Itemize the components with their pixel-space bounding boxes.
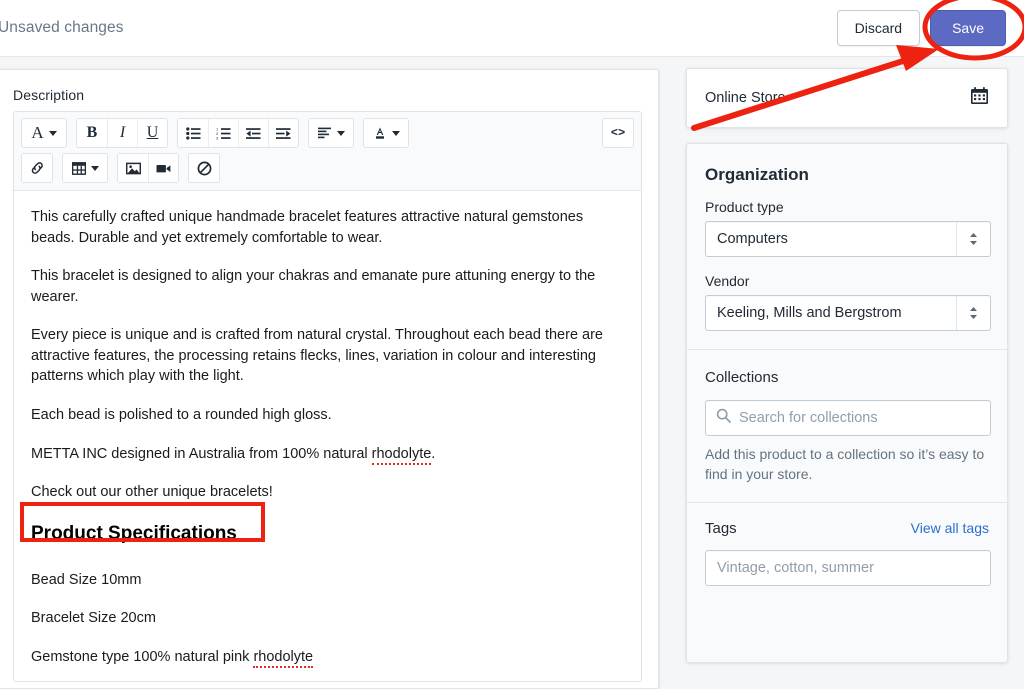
vendor-select[interactable]: Keeling, Mills and Bergstrom: [705, 295, 991, 331]
tags-placeholder: Vintage, cotton, summer: [717, 560, 874, 577]
underline-glyph: U: [146, 124, 159, 141]
video-icon[interactable]: [148, 154, 178, 182]
chevron-down-icon: [336, 130, 345, 136]
collections-title: Collections: [705, 369, 779, 386]
toolbar-group-code: <>: [602, 118, 634, 148]
indent-icon[interactable]: [268, 119, 298, 147]
product-type-select[interactable]: Computers: [705, 221, 991, 257]
product-specifications-heading-wrap: Product Specifications: [31, 521, 624, 570]
toolbar-group-link: [21, 153, 53, 183]
toolbar-group-font: A: [21, 118, 67, 148]
clear-formatting-icon[interactable]: [189, 154, 219, 182]
sidebar-column: Online Store Organization Product type C…: [686, 57, 1024, 663]
code-view-icon[interactable]: <>: [603, 119, 633, 147]
misspelled-word: rhodolyte: [371, 445, 432, 465]
toolbar-group-clear: [188, 153, 220, 183]
italic-glyph: I: [119, 124, 126, 141]
description-paragraph: Every piece is unique and is crafted fro…: [31, 327, 603, 385]
online-store-card[interactable]: Online Store: [686, 68, 1008, 128]
toolbar-group-color: [363, 118, 409, 148]
italic-icon[interactable]: I: [107, 119, 137, 147]
main-column: Description A B I U 1 2 3 <> This carefu…: [0, 57, 659, 689]
organization-section: Organization Product type Computers Vend…: [687, 144, 1007, 349]
misspelled-word: rhodolyte: [253, 648, 314, 668]
toolbar-group-align: [308, 118, 354, 148]
table-icon[interactable]: [63, 154, 107, 182]
chevron-down-icon: [48, 130, 57, 136]
description-card: Description A B I U 1 2 3 <> This carefu…: [0, 69, 659, 689]
discard-button[interactable]: Discard: [836, 10, 921, 46]
product-specifications-heading: Product Specifications: [31, 522, 237, 544]
select-arrows-icon: [956, 296, 990, 330]
view-all-tags-link[interactable]: View all tags: [911, 520, 989, 536]
numbered-list-icon[interactable]: 1 2 3: [208, 119, 238, 147]
vendor-value: Keeling, Mills and Bergstrom: [717, 305, 902, 321]
underline-icon[interactable]: U: [137, 119, 167, 147]
product-type-value: Computers: [717, 231, 788, 247]
calendar-icon[interactable]: [970, 86, 989, 110]
metta-paragraph: METTA INC designed in Australia from 100…: [31, 444, 624, 465]
collections-section: Collections Search for collections Add t…: [687, 349, 1007, 502]
toolbar-group-style: B I U: [76, 118, 168, 148]
toolbar-group-table: [62, 153, 108, 183]
product-type-label: Product type: [705, 199, 784, 215]
collections-search-placeholder: Search for collections: [739, 410, 878, 426]
toolbar-row-2: [21, 153, 634, 183]
chevron-down-icon: [90, 165, 99, 171]
link-icon[interactable]: [22, 154, 52, 182]
description-paragraph: This bracelet is designed to align your …: [31, 268, 596, 305]
bulleted-list-icon[interactable]: [178, 119, 208, 147]
tags-header: Tags View all tags: [705, 520, 989, 537]
editor-content[interactable]: This carefully crafted unique handmade b…: [14, 191, 641, 681]
online-store-label: Online Store: [705, 90, 786, 106]
tags-title: Tags: [705, 520, 737, 538]
savebar-actions: Discard Save: [836, 10, 1024, 46]
organization-title: Organization: [705, 165, 809, 184]
collections-search-input[interactable]: Search for collections: [705, 400, 991, 436]
search-icon: [716, 408, 731, 428]
vendor-label: Vendor: [705, 273, 750, 289]
font-family-icon[interactable]: A: [22, 119, 66, 147]
outdent-icon[interactable]: [238, 119, 268, 147]
spec-item: Bracelet Size 20cm: [31, 610, 156, 627]
unsaved-changes-bar: Unsaved changes Discard Save: [0, 0, 1024, 57]
check-out-paragraph: Check out our other unique bracelets!: [31, 484, 273, 501]
unsaved-changes-label: Unsaved changes: [0, 19, 124, 36]
description-paragraph: This carefully crafted unique handmade b…: [31, 209, 584, 246]
svg-text:3: 3: [216, 135, 219, 140]
toolbar-group-lists: 1 2 3: [177, 118, 299, 148]
description-label: Description: [13, 87, 85, 103]
chevron-down-icon: [391, 130, 400, 136]
code-glyph: <>: [610, 126, 626, 140]
text-color-icon[interactable]: [364, 119, 408, 147]
image-icon[interactable]: [118, 154, 148, 182]
select-arrows-icon: [956, 222, 990, 256]
save-button[interactable]: Save: [930, 10, 1006, 46]
font-a-glyph: A: [31, 123, 44, 142]
toolbar-row-1: A B I U 1 2 3 <>: [21, 118, 634, 148]
page-body: Description A B I U 1 2 3 <> This carefu…: [0, 57, 1024, 689]
description-paragraph: Each bead is polished to a rounded high …: [31, 407, 332, 424]
bold-glyph: B: [86, 124, 98, 141]
gemstone-paragraph: Gemstone type 100% natural pink rhodolyt…: [31, 647, 624, 668]
bold-icon[interactable]: B: [77, 119, 107, 147]
toolbar-group-media: [117, 153, 179, 183]
collections-helper-text: Add this product to a collection so it’s…: [705, 446, 985, 482]
spec-item: Bead Size 10mm: [31, 571, 142, 588]
metta-suffix: .: [431, 445, 436, 462]
tags-section: Tags View all tags Vintage, cotton, summ…: [687, 502, 1007, 604]
metta-prefix: METTA INC designed in Australia from 100…: [31, 445, 372, 462]
organization-card: Organization Product type Computers Vend…: [686, 143, 1008, 663]
rich-text-editor[interactable]: A B I U 1 2 3 <> This carefully crafted …: [13, 111, 642, 683]
tags-input[interactable]: Vintage, cotton, summer: [705, 550, 991, 587]
editor-toolbar: A B I U 1 2 3 <>: [14, 112, 641, 191]
align-icon[interactable]: [309, 119, 353, 147]
